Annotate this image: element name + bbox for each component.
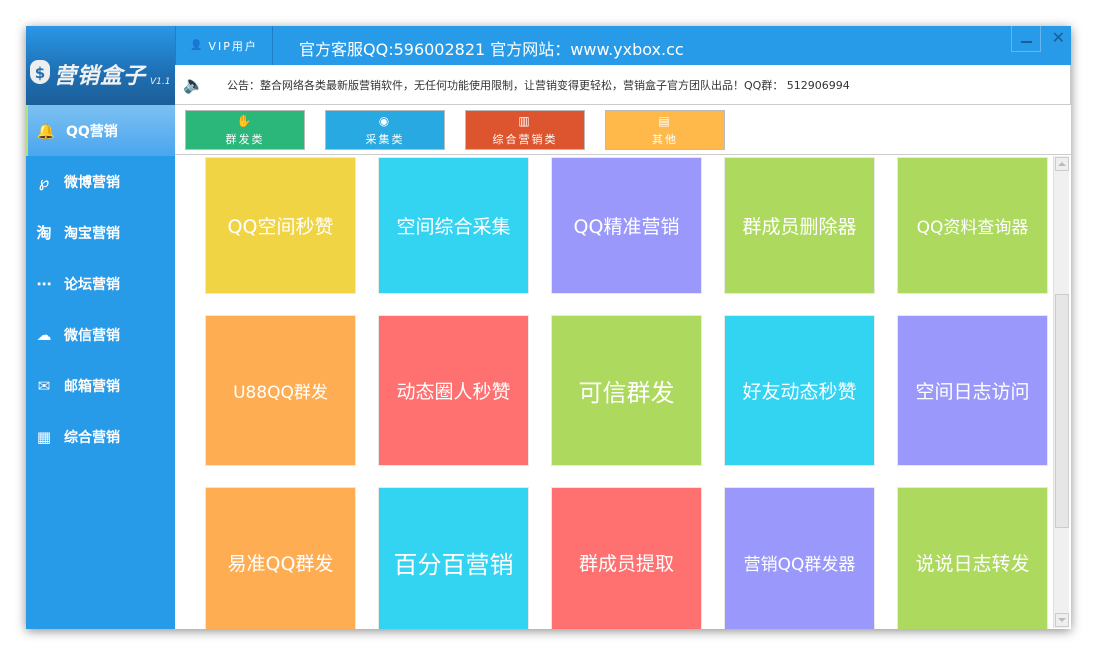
sidebar-item-label: QQ营销	[66, 123, 118, 140]
tile-label: 营销QQ群发器	[743, 555, 856, 575]
tab-2[interactable]: ▥ 综合营销类	[465, 110, 585, 150]
tool-tile[interactable]: 好友动态秒赞	[724, 315, 875, 466]
sidebar-item-4[interactable]: ☁ 微信营销	[26, 309, 175, 360]
speaker-icon: 🔈	[183, 74, 205, 95]
tile-label: U88QQ群发	[233, 383, 328, 403]
logo: $ 营销盒子 V1.1	[26, 26, 175, 105]
tab-0[interactable]: ✋ 群发类	[185, 110, 305, 150]
tab-label: 采集类	[365, 133, 405, 146]
vip-user-button[interactable]: 👤 VIP用户	[175, 26, 273, 65]
scroll-thumb[interactable]	[1055, 294, 1069, 528]
sidebar-item-label: 淘宝营销	[64, 225, 120, 242]
scroll-up-button[interactable]	[1055, 157, 1069, 171]
vip-label: VIP用户	[208, 39, 258, 53]
title-bar: 👤 VIP用户 官方客服QQ:596002821 官方网站：www.yxbox.c…	[175, 26, 1071, 65]
tool-tile[interactable]: 说说日志转发	[897, 487, 1048, 629]
tile-label: 易准QQ群发	[227, 553, 334, 575]
tile-label: 可信群发	[578, 379, 675, 407]
tab-label: 群发类	[225, 133, 265, 146]
sidebar-item-2[interactable]: 淘淘宝营销	[26, 207, 175, 258]
sidebar-item-6[interactable]: ▦ 综合营销	[26, 411, 175, 462]
tile-label: 动态圈人秒赞	[396, 381, 511, 403]
tile-label: 说说日志转发	[915, 553, 1030, 575]
tile-label: 好友动态秒赞	[742, 381, 857, 403]
tab-label: 其他	[652, 133, 678, 146]
tool-grid: QQ空间秒赞 空间综合采集 QQ精准营销 群成员删除器 QQ资料查询器 U88QQ群发 动态…	[175, 155, 1052, 629]
tool-tile[interactable]: 百分百营销	[378, 487, 529, 629]
sidebar: $ 营销盒子 V1.1 🔔 QQ营销 ℘ 微博营销淘淘宝营销 ⋯ 论坛营销 ☁ 微信营销 ✉ 邮箱…	[26, 26, 175, 629]
sidebar-item-5[interactable]: ✉ 邮箱营销	[26, 360, 175, 411]
tile-label: QQ精准营销	[573, 216, 680, 238]
category-tabs: ✋ 群发类 ◉ 采集类 ▥ 综合营销类 ▤ 其他	[175, 105, 1071, 155]
sidebar-item-label: 论坛营销	[64, 276, 120, 293]
forum-icon: ⋯	[36, 274, 52, 293]
sidebar-item-label: 微信营销	[64, 327, 120, 344]
tool-tile[interactable]: 空间日志访问	[897, 315, 1048, 466]
logo-text: 营销盒子	[54, 64, 147, 89]
tab-icon: ▤	[658, 114, 672, 128]
tile-label: 群成员删除器	[742, 216, 857, 238]
qq-icon: 🔔	[36, 121, 56, 140]
mail-icon: ✉	[37, 376, 51, 395]
tool-tile[interactable]: 可信群发	[551, 315, 702, 466]
tile-label: 空间综合采集	[396, 216, 511, 238]
wechat-icon: ☁	[36, 325, 52, 344]
tile-label: QQ空间秒赞	[227, 216, 334, 238]
announcement-bar: 🔈 公告：整合网络各类最新版营销软件，无任何功能使用限制，让营销变得更轻松，营销…	[175, 65, 1071, 105]
window-title: 官方客服QQ:596002821 官方网站：www.yxbox.cc	[299, 40, 684, 59]
tool-tile[interactable]: QQ空间秒赞	[205, 157, 356, 294]
tab-label: 综合营销类	[492, 133, 558, 146]
weibo-icon: ℘	[38, 172, 50, 191]
sidebar-item-label: 综合营销	[64, 429, 120, 446]
money-bag-icon: $	[30, 60, 50, 84]
tool-tile[interactable]: 易准QQ群发	[205, 487, 356, 629]
close-button[interactable]: ✕	[1052, 28, 1065, 47]
sidebar-item-0[interactable]: 🔔 QQ营销	[26, 105, 175, 156]
taobao-icon: 淘	[36, 224, 52, 242]
tab-3[interactable]: ▤ 其他	[605, 110, 725, 150]
user-icon: 👤	[190, 40, 205, 51]
sidebar-item-label: 邮箱营销	[64, 378, 120, 395]
sidebar-item-3[interactable]: ⋯ 论坛营销	[26, 258, 175, 309]
tile-label: 空间日志访问	[915, 381, 1030, 403]
tool-tile[interactable]: 动态圈人秒赞	[378, 315, 529, 466]
tool-tile[interactable]: 空间综合采集	[378, 157, 529, 294]
tool-tile[interactable]: 群成员删除器	[724, 157, 875, 294]
tile-label: 群成员提取	[578, 553, 674, 575]
tile-label: QQ资料查询器	[916, 218, 1029, 238]
sidebar-item-label: 微博营销	[64, 174, 120, 191]
calendar-icon: ▦	[36, 427, 52, 446]
tab-icon: ✋	[236, 114, 254, 128]
tool-tile[interactable]: QQ精准营销	[551, 157, 702, 294]
app-window: $ 营销盒子 V1.1 🔔 QQ营销 ℘ 微博营销淘淘宝营销 ⋯ 论坛营销 ☁ 微信营销 ✉ 邮箱…	[26, 26, 1071, 629]
tab-1[interactable]: ◉ 采集类	[325, 110, 445, 150]
tool-tile[interactable]: U88QQ群发	[205, 315, 356, 466]
sidebar-item-1[interactable]: ℘ 微博营销	[26, 156, 175, 207]
tool-tile[interactable]: 营销QQ群发器	[724, 487, 875, 629]
tab-icon: ◉	[378, 114, 392, 128]
tile-label: 百分百营销	[393, 551, 514, 579]
announcement-text: 公告：整合网络各类最新版营销软件，无任何功能使用限制，让营销变得更轻松，营销盒子…	[227, 78, 850, 92]
version: V1.1	[150, 77, 171, 87]
vertical-scrollbar[interactable]	[1053, 156, 1069, 628]
scroll-down-button[interactable]	[1055, 613, 1069, 627]
tab-icon: ▥	[518, 114, 532, 128]
tool-tile[interactable]: QQ资料查询器	[897, 157, 1048, 294]
minimize-button[interactable]	[1011, 26, 1041, 52]
tool-tile[interactable]: 群成员提取	[551, 487, 702, 629]
